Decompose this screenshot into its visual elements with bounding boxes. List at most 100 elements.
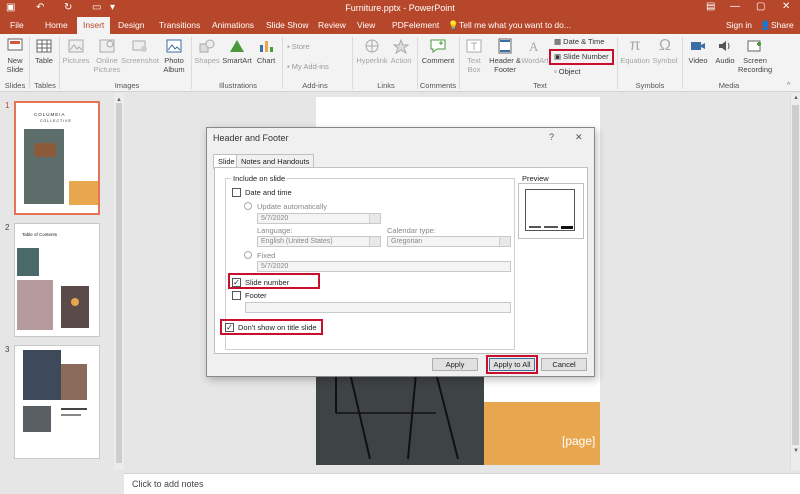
my-addins-label: My Add-ins <box>291 62 329 71</box>
thumb-photo-teal <box>17 248 39 276</box>
slide-thumbnail-1[interactable]: COLUMEIA COLLECTIVE <box>14 101 100 215</box>
tab-review[interactable]: Review <box>318 20 346 30</box>
video-button[interactable]: Video <box>685 38 711 65</box>
tab-notes-handouts[interactable]: Notes and Handouts <box>236 154 315 168</box>
date-format-select[interactable]: 5/7/2020 <box>257 213 381 224</box>
text-box-button[interactable]: Text Box <box>462 38 486 74</box>
my-addins-button[interactable]: ▪ My Add-ins <box>287 62 329 71</box>
audio-button[interactable]: Audio <box>712 38 738 65</box>
header-footer-button[interactable]: Header & Footer <box>488 38 522 74</box>
wordart-label: WordArt <box>521 56 549 65</box>
screenshot-icon <box>132 40 147 52</box>
date-time-checkbox[interactable] <box>232 188 241 197</box>
fixed-radio[interactable] <box>244 251 252 259</box>
hyperlink-icon <box>365 39 379 53</box>
ribbon-display-icon[interactable]: ▤ <box>706 1 715 12</box>
comment-label: Comment <box>421 56 455 65</box>
hyperlink-button[interactable]: Hyperlink <box>356 38 388 65</box>
video-label: Video <box>688 56 708 65</box>
language-select[interactable]: English (United States) <box>257 236 381 247</box>
slide-number-3: 3 <box>5 345 10 354</box>
share-button[interactable]: Share <box>771 20 794 30</box>
tables-group-label: Tables <box>34 81 56 90</box>
preview-footer-placeholder <box>544 226 558 228</box>
help-icon[interactable]: ? <box>549 132 554 142</box>
header-footer-dialog: Header and Footer ? ✕ Slide Notes and Ha… <box>206 127 595 377</box>
tab-animations[interactable]: Animations <box>212 20 254 30</box>
date-time-button[interactable]: ▦ Date & Time <box>554 37 604 46</box>
svg-text:A: A <box>529 39 539 54</box>
equation-button[interactable]: π Equation <box>620 38 650 66</box>
thumb-text-line <box>61 408 87 410</box>
canvas-scroll-thumb[interactable] <box>792 105 799 445</box>
sign-in-link[interactable]: Sign in <box>726 20 752 30</box>
tab-slide-show[interactable]: Slide Show <box>266 20 309 30</box>
thumb-photo-dark <box>61 286 89 328</box>
symbol-button[interactable]: Ω Symbol <box>651 38 679 66</box>
fixed-date-input[interactable]: 5/7/2020 <box>257 261 511 272</box>
screen-recording-button[interactable]: Screen Recording <box>738 38 772 74</box>
photo-album-button[interactable]: Photo Album <box>160 38 188 74</box>
wordart-button[interactable]: A WordArt <box>521 38 549 65</box>
screenshot-button[interactable]: Screenshot <box>121 38 159 65</box>
scroll-thumb[interactable] <box>116 103 122 463</box>
minimize-icon[interactable]: — <box>730 1 740 12</box>
pictures-button[interactable]: Pictures <box>61 38 91 65</box>
table-button[interactable]: Table <box>31 38 57 65</box>
new-slide-button[interactable]: New Slide <box>2 38 28 74</box>
smartart-icon <box>230 40 244 52</box>
thumb-brand: COLUMEIA <box>34 112 66 117</box>
action-button[interactable]: Action <box>389 38 413 65</box>
footer-checkbox[interactable] <box>232 291 241 300</box>
tab-transitions[interactable]: Transitions <box>159 20 200 30</box>
footer-text-input[interactable] <box>245 302 511 313</box>
notes-placeholder[interactable]: Click to add notes <box>132 479 204 489</box>
collapse-ribbon-icon[interactable]: ^ <box>787 82 790 89</box>
slide-number-placeholder: [page] <box>562 434 596 448</box>
images-group-label: Images <box>114 81 140 90</box>
online-pictures-button[interactable]: Online Pictures <box>92 38 122 74</box>
shapes-button[interactable]: Shapes <box>194 38 220 65</box>
thumb-photo-navy <box>23 350 61 400</box>
screen-recording-icon <box>747 40 761 52</box>
notes-pane[interactable]: Click to add notes <box>124 473 800 494</box>
tab-insert[interactable]: Insert <box>77 17 111 34</box>
tab-pdfelement[interactable]: PDFelement <box>392 20 439 30</box>
scroll-up-icon[interactable]: ▲ <box>793 95 799 101</box>
update-automatically-radio[interactable] <box>244 202 252 210</box>
addins-group-label: Add-ins <box>302 81 328 90</box>
close-icon[interactable]: ✕ <box>575 132 583 143</box>
table-icon <box>36 39 52 53</box>
comments-group-label: Comments <box>419 81 457 90</box>
comment-button[interactable]: Comment <box>420 38 456 65</box>
smartart-button[interactable]: SmartArt <box>222 38 252 65</box>
thumbnails-scrollbar[interactable]: ▲ <box>114 93 124 470</box>
pictures-icon <box>68 39 84 53</box>
tell-me-box[interactable]: Tell me what you want to do... <box>459 20 571 30</box>
speaker-icon <box>719 41 730 51</box>
chart-button[interactable]: Chart <box>254 38 278 65</box>
tab-design[interactable]: Design <box>118 20 144 30</box>
object-button[interactable]: ▫ Object <box>554 67 580 76</box>
cancel-button[interactable]: Cancel <box>541 358 587 371</box>
slide-thumbnail-2[interactable]: Table of Contents <box>14 223 100 337</box>
new-slide-label: New Slide <box>6 56 24 74</box>
tab-file[interactable]: File <box>10 20 24 30</box>
apply-button[interactable]: Apply <box>432 358 478 371</box>
calendar-type-select[interactable]: Gregorian <box>387 236 511 247</box>
tab-home[interactable]: Home <box>45 20 68 30</box>
slide-thumbnail-3[interactable] <box>14 345 100 459</box>
text-box-icon <box>466 39 482 53</box>
title-bar: ▣ ↶ ↻ ▭ ▾ Furniture.pptx - PowerPoint ▤ … <box>0 0 800 16</box>
canvas-scrollbar[interactable]: ▲ ▼ <box>790 93 800 470</box>
close-window-icon[interactable]: ✕ <box>782 1 790 12</box>
store-button[interactable]: ▪ Store <box>287 42 310 51</box>
dont-show-title-highlight <box>220 319 323 335</box>
scroll-down-icon[interactable]: ▼ <box>793 448 799 454</box>
maximize-icon[interactable]: ▢ <box>756 1 765 12</box>
tab-view[interactable]: View <box>357 20 375 30</box>
screenshot-label: Screenshot <box>121 56 159 65</box>
thumb-photo-rose <box>17 280 53 330</box>
wordart-icon: A <box>529 39 539 54</box>
symbol-label: Symbol <box>652 56 678 65</box>
